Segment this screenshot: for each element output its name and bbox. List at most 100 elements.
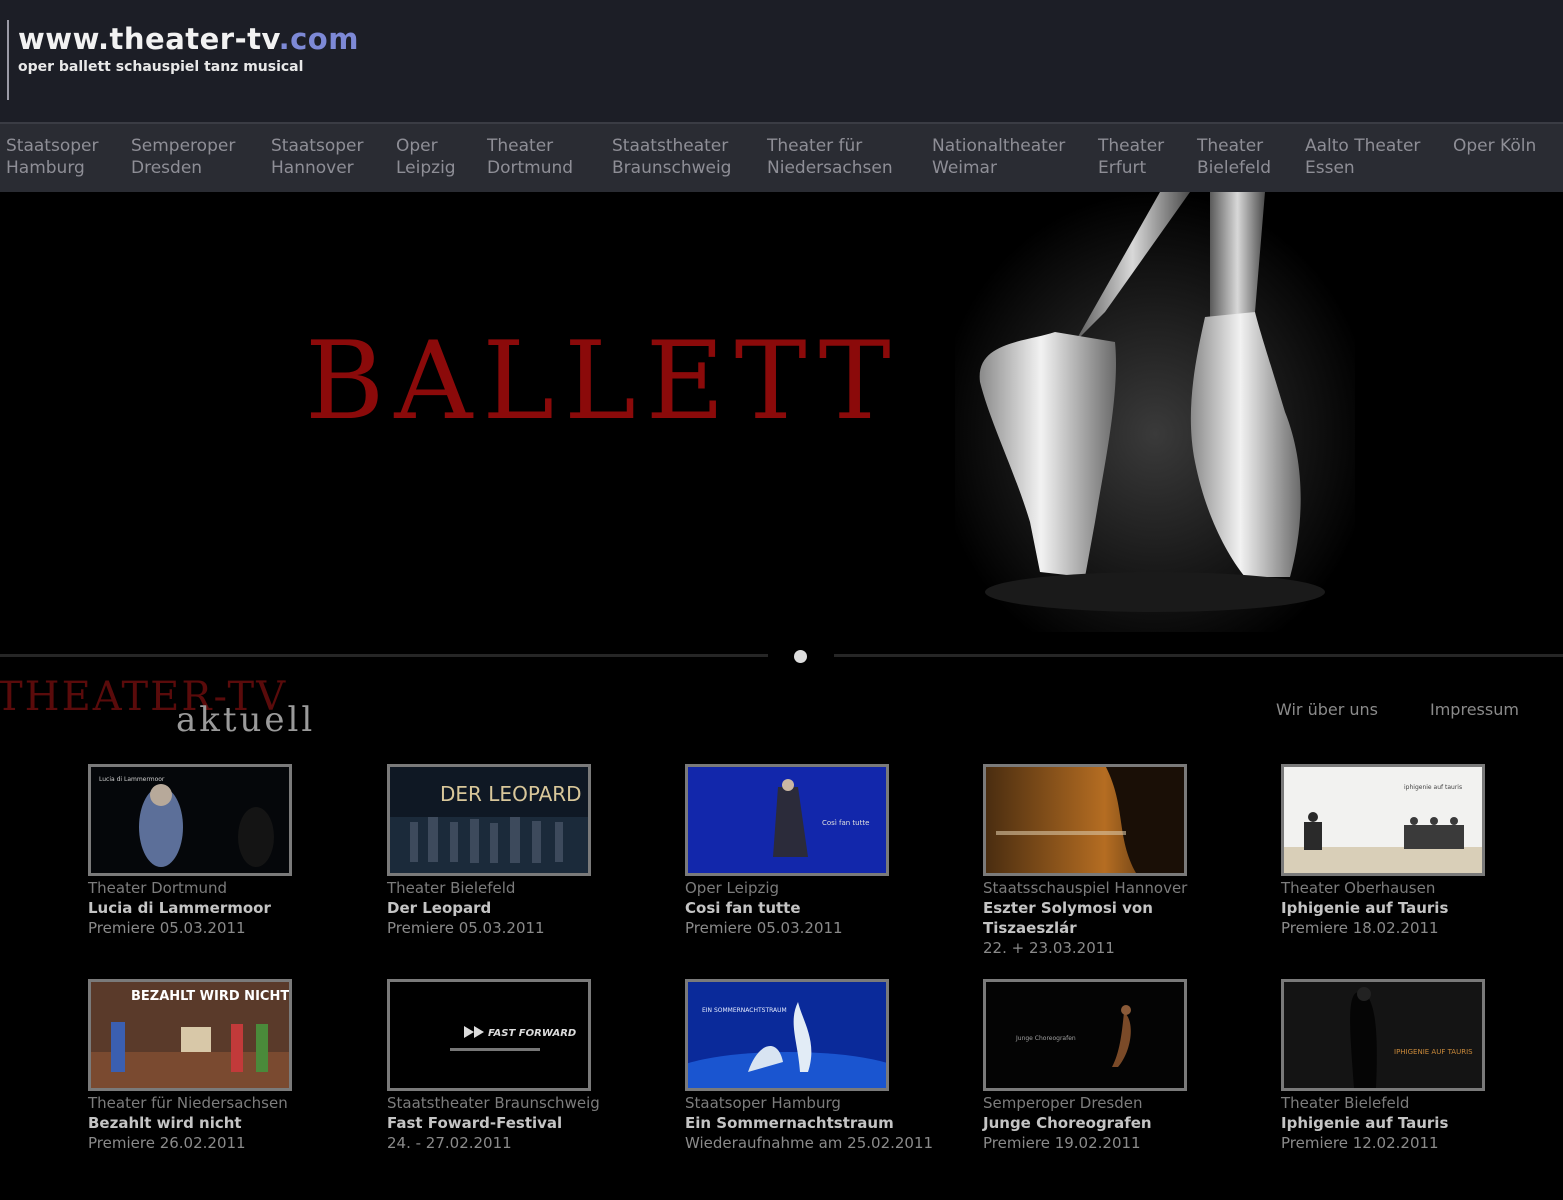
video-thumbnail-junge-choreografen[interactable]: Junge Choreografen — [983, 979, 1187, 1091]
section-divider-right — [834, 654, 1563, 657]
header-divider — [7, 20, 9, 100]
nav-label-line1: Staatsoper — [271, 136, 364, 156]
card-theater: Theater Bielefeld — [387, 879, 516, 897]
nav-label-line1: Theater — [487, 136, 554, 156]
nav-label-line2: Weimar — [932, 158, 997, 178]
card-title-link[interactable]: Bezahlt wird nicht — [88, 1113, 348, 1133]
nav-label-line2: Leipzig — [396, 158, 456, 178]
nav-label-line2: Dortmund — [487, 158, 574, 178]
nav-label-line1: Oper Köln — [1453, 136, 1537, 156]
thumb-caption: Così fan tutte — [822, 819, 869, 827]
video-thumbnail-iphigenie-oberhausen[interactable]: iphigenie auf tauris — [1281, 764, 1485, 876]
video-thumbnail-der-leopard[interactable]: DER LEOPARD — [387, 764, 591, 876]
card-date: Premiere 18.02.2011 — [1281, 919, 1439, 937]
nav-item-aalto-theater-essen[interactable]: Aalto Theater Essen — [1305, 135, 1420, 179]
nav-item-staatstheater-braunschweig[interactable]: Staatstheater Braunschweig — [612, 135, 731, 179]
nav-item-nationaltheater-weimar[interactable]: Nationaltheater Weimar — [932, 135, 1065, 179]
nav-item-staatsoper-hannover[interactable]: Staatsoper Hannover — [271, 135, 363, 179]
nav-label-line1: Staatsoper — [6, 136, 99, 156]
card-title-link[interactable]: Ein Sommernachtstraum — [685, 1113, 945, 1133]
nav-label-line1: Theater — [1197, 136, 1264, 156]
impressum-link[interactable]: Impressum — [1430, 700, 1519, 719]
thumb-caption: iphigenie auf tauris — [1404, 784, 1462, 791]
card-date: Premiere 26.02.2011 — [88, 1134, 246, 1152]
video-thumbnail-lucia[interactable]: Lucia di Lammermoor — [88, 764, 292, 876]
site-logo[interactable]: www.theater-tv.com oper ballett schauspi… — [18, 22, 359, 76]
card-date: Premiere 05.03.2011 — [387, 919, 545, 937]
card-title-link[interactable]: Iphigenie auf Tauris — [1281, 1113, 1541, 1133]
hero-banner: BALLETT — [0, 192, 1563, 632]
nav-item-oper-leipzig[interactable]: Oper Leipzig — [396, 135, 456, 179]
card-date: Premiere 12.02.2011 — [1281, 1134, 1439, 1152]
thumb-caption: IPHIGENIE AUF TAURIS — [1394, 1048, 1473, 1056]
card-title-link[interactable]: Eszter Solymosi von Tiszaeszlár — [983, 898, 1243, 938]
video-card: Così fan tutte Oper Leipzig Cosi fan tut… — [685, 764, 945, 938]
site-header: www.theater-tv.com oper ballett schauspi… — [0, 0, 1563, 122]
thumb-caption: Lucia di Lammermoor — [99, 776, 165, 783]
card-theater: Theater Oberhausen — [1281, 879, 1436, 897]
card-date: Premiere 05.03.2011 — [685, 919, 843, 937]
nav-label-line2: Niedersachsen — [767, 158, 893, 178]
card-title-link[interactable]: Iphigenie auf Tauris — [1281, 898, 1541, 918]
nav-label-line2: Erfurt — [1098, 158, 1147, 178]
card-date: Premiere 05.03.2011 — [88, 919, 246, 937]
nav-item-theater-erfurt[interactable]: Theater Erfurt — [1098, 135, 1164, 179]
video-card: FAST FORWARD Staatstheater Braunschweig … — [387, 979, 647, 1153]
video-card: BEZAHLT WIRD NICHT! Theater für Niedersa… — [88, 979, 348, 1153]
card-theater: Theater Dortmund — [88, 879, 228, 897]
card-title-link[interactable]: Lucia di Lammermoor — [88, 898, 348, 918]
nav-item-theater-bielefeld[interactable]: Theater Bielefeld — [1197, 135, 1271, 179]
nav-item-oper-koeln[interactable]: Oper Köln — [1453, 135, 1536, 157]
card-theater: Staatsschauspiel Hannover — [983, 879, 1188, 897]
video-card: IPHIGENIE AUF TAURIS Theater Bielefeld I… — [1281, 979, 1541, 1153]
video-thumbnail-sommernachtstraum[interactable]: EIN SOMMERNACHTSTRAUM — [685, 979, 889, 1091]
logo-text: www.theater-tv.com — [18, 22, 359, 56]
thumb-caption: FAST FORWARD — [488, 1028, 576, 1039]
card-date: 24. - 27.02.2011 — [387, 1134, 512, 1152]
thumb-caption: EIN SOMMERNACHTSTRAUM — [702, 1007, 787, 1014]
nav-label-line2: Dresden — [131, 158, 203, 178]
card-title-link[interactable]: Junge Choreografen — [983, 1113, 1243, 1133]
card-title-link[interactable]: Der Leopard — [387, 898, 647, 918]
card-date: Premiere 19.02.2011 — [983, 1134, 1141, 1152]
video-thumbnail-bezahlt-wird-nicht[interactable]: BEZAHLT WIRD NICHT! — [88, 979, 292, 1091]
section-subtitle: aktuell — [176, 700, 316, 740]
card-title-link[interactable]: Cosi fan tutte — [685, 898, 945, 918]
nav-item-semperoper-dresden[interactable]: Semperoper Dresden — [131, 135, 235, 179]
card-theater: Staatstheater Braunschweig — [387, 1094, 600, 1112]
theater-nav: Staatsoper Hamburg Semperoper Dresden Staa… — [0, 122, 1563, 192]
logo-tagline: oper ballett schauspiel tanz musical — [18, 59, 304, 75]
nav-label-line2: Bielefeld — [1197, 158, 1271, 178]
section-divider-left — [0, 654, 768, 657]
video-card: iphigenie auf tauris Theater Oberhausen … — [1281, 764, 1541, 938]
card-title-link[interactable]: Fast Foward-Festival — [387, 1113, 647, 1133]
video-thumbnail-iphigenie-bielefeld[interactable]: IPHIGENIE AUF TAURIS — [1281, 979, 1485, 1091]
nav-label-line1: Nationaltheater — [932, 136, 1066, 156]
video-card: Staatsschauspiel Hannover Eszter Solymos… — [983, 764, 1243, 958]
nav-label-line2: Essen — [1305, 158, 1355, 178]
nav-label-line1: Theater — [1098, 136, 1165, 156]
card-theater: Theater für Niedersachsen — [88, 1094, 288, 1112]
ballet-shoes-image — [955, 192, 1355, 632]
logo-name: www.theater-tv — [18, 22, 279, 56]
video-thumbnail-eszter-solymosi[interactable] — [983, 764, 1187, 876]
nav-item-staatsoper-hamburg[interactable]: Staatsoper Hamburg — [6, 135, 98, 179]
nav-label-line1: Aalto Theater — [1305, 136, 1421, 156]
nav-label-line2: Braunschweig — [612, 158, 732, 178]
nav-label-line2: Hamburg — [6, 158, 85, 178]
card-date: 22. + 23.03.2011 — [983, 939, 1115, 957]
thumb-caption: BEZAHLT WIRD NICHT! — [131, 989, 289, 1004]
video-thumbnail-cosi-fan-tutte[interactable]: Così fan tutte — [685, 764, 889, 876]
about-us-link[interactable]: Wir über uns — [1276, 700, 1378, 719]
card-theater: Oper Leipzig — [685, 879, 780, 897]
card-date: Wiederaufnahme am 25.02.2011 — [685, 1134, 934, 1152]
thumb-caption: Junge Choreografen — [1015, 1035, 1076, 1042]
nav-item-theater-dortmund[interactable]: Theater Dortmund — [487, 135, 573, 179]
divider-dot — [794, 650, 807, 663]
video-thumbnail-fast-forward[interactable]: FAST FORWARD — [387, 979, 591, 1091]
nav-label-line1: Oper — [396, 136, 438, 156]
video-card: Junge Choreografen Semperoper Dresden Ju… — [983, 979, 1243, 1153]
video-card: DER LEOPARD Theater Bielefeld Der Leopar… — [387, 764, 647, 938]
nav-item-theater-fuer-niedersachsen[interactable]: Theater für Niedersachsen — [767, 135, 893, 179]
nav-label-line1: Semperoper — [131, 136, 236, 156]
